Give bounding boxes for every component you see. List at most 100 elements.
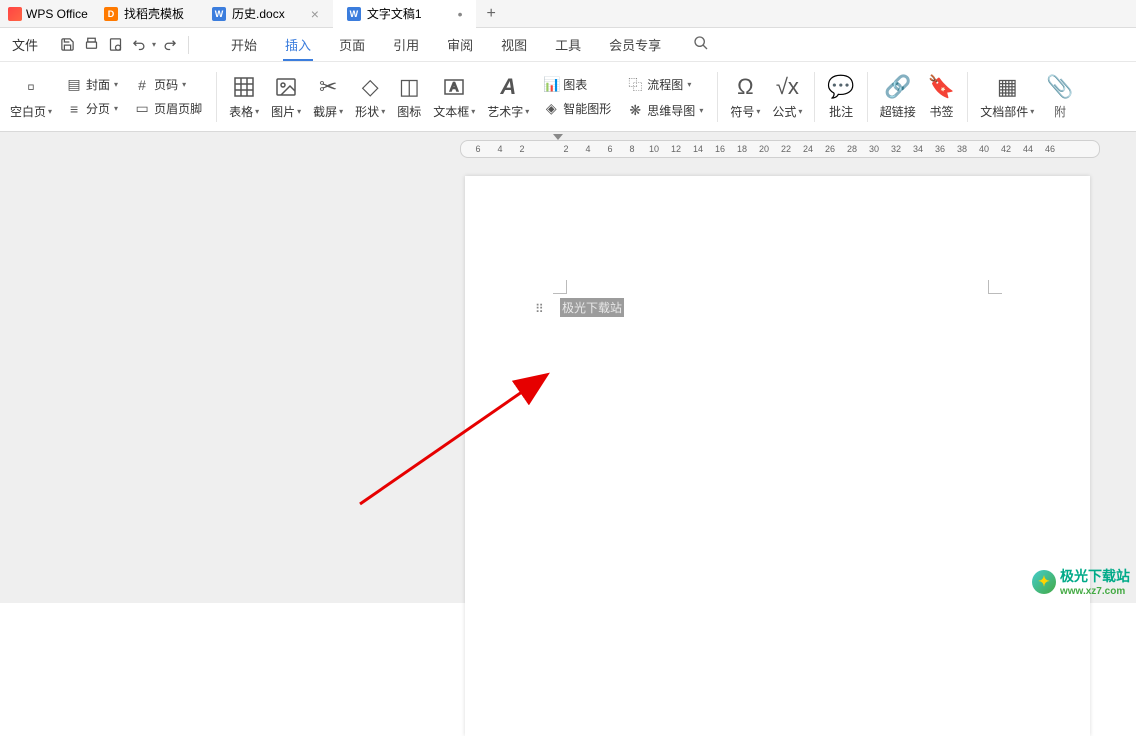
save-button[interactable] bbox=[56, 34, 78, 56]
tab-current-doc[interactable]: W 文字文稿1 • bbox=[333, 0, 477, 28]
tab-label: 文字文稿1 bbox=[367, 5, 422, 22]
bookmark-button[interactable]: 🔖 书签 bbox=[922, 69, 961, 124]
ribbon-tabs: 开始 插入 页面 引用 审阅 视图 工具 会员专享 bbox=[221, 29, 709, 60]
docer-icon: D bbox=[104, 7, 118, 21]
doc-parts-button[interactable]: ▦ 文档部件▾ bbox=[974, 69, 1040, 124]
close-icon[interactable]: × bbox=[311, 6, 319, 22]
chart-button[interactable]: 📊图表 bbox=[539, 74, 615, 95]
shape-button[interactable]: ◇ 形状▾ bbox=[349, 69, 391, 124]
smartart-icon: ◈ bbox=[543, 100, 559, 117]
flowchart-icon: ⿻ bbox=[627, 75, 643, 95]
word-doc-icon: W bbox=[212, 7, 226, 21]
blank-page-button[interactable]: ▫ 空白页▾ bbox=[4, 69, 58, 124]
document-area: 6 4 2 2 4 6 8 10 12 14 16 18 20 22 24 26… bbox=[0, 132, 1136, 603]
title-bar: WPS Office D 找稻壳模板 W 历史.docx × W 文字文稿1 •… bbox=[0, 0, 1136, 28]
unsaved-dot-icon: • bbox=[458, 6, 463, 22]
print-button[interactable] bbox=[80, 34, 102, 56]
cover-icon: ▤ bbox=[66, 76, 82, 93]
ribbon-tab-page[interactable]: 页面 bbox=[329, 29, 375, 60]
cover-button[interactable]: ▤封面▾ bbox=[62, 74, 122, 95]
tab-history-doc[interactable]: W 历史.docx × bbox=[198, 0, 333, 28]
document-page[interactable]: ⠿ 极光下载站 bbox=[465, 176, 1090, 736]
picture-button[interactable]: 图片▾ bbox=[265, 69, 307, 124]
svg-text:A: A bbox=[450, 80, 458, 94]
ribbon-tab-vip[interactable]: 会员专享 bbox=[599, 29, 671, 60]
ribbon-tab-insert[interactable]: 插入 bbox=[275, 29, 321, 60]
watermark: ✦ 极光下载站 www.xz7.com bbox=[1032, 566, 1130, 597]
ribbon-tab-home[interactable]: 开始 bbox=[221, 29, 267, 60]
hyperlink-button[interactable]: 🔗 超链接 bbox=[874, 69, 922, 124]
comment-button[interactable]: 💬 批注 bbox=[821, 69, 860, 124]
separator bbox=[967, 72, 968, 122]
margin-corner-icon bbox=[553, 280, 567, 294]
file-menu[interactable]: 文件 bbox=[0, 35, 50, 54]
doc-parts-icon: ▦ bbox=[997, 73, 1018, 101]
tab-label: 找稻壳模板 bbox=[124, 5, 184, 22]
header-footer-icon: ▭ bbox=[134, 100, 150, 117]
app-name: WPS Office bbox=[26, 7, 88, 21]
wps-logo-icon bbox=[8, 7, 22, 21]
ribbon-insert: ▫ 空白页▾ ▤封面▾ ≡分页▾ #页码▾ ▭页眉页脚 表格▾ 图片▾ ✂ 截屏… bbox=[0, 62, 1136, 132]
ribbon-tab-review[interactable]: 审阅 bbox=[437, 29, 483, 60]
wordart-icon: A bbox=[500, 73, 516, 101]
mindmap-icon: ❋ bbox=[627, 102, 643, 119]
omega-icon: Ω bbox=[737, 73, 753, 101]
scissors-icon: ✂ bbox=[319, 73, 337, 101]
tab-label: 历史.docx bbox=[232, 5, 285, 22]
ribbon-tab-view[interactable]: 视图 bbox=[491, 29, 537, 60]
separator bbox=[814, 72, 815, 122]
page-break-icon: ≡ bbox=[66, 101, 82, 117]
picture-icon bbox=[274, 73, 298, 101]
screenshot-button[interactable]: ✂ 截屏▾ bbox=[307, 69, 349, 124]
mindmap-button[interactable]: ❋思维导图▾ bbox=[623, 100, 707, 121]
flowchart-button[interactable]: ⿻流程图▾ bbox=[623, 73, 707, 97]
symbol-button[interactable]: Ω 符号▾ bbox=[724, 69, 766, 124]
undo-button[interactable] bbox=[128, 34, 150, 56]
search-button[interactable] bbox=[693, 35, 709, 55]
shape-icon: ◇ bbox=[362, 73, 379, 101]
icon-gallery-icon: ◫ bbox=[399, 73, 420, 101]
comment-icon: 💬 bbox=[827, 73, 854, 101]
tab-template[interactable]: D 找稻壳模板 bbox=[90, 0, 198, 28]
watermark-url: www.xz7.com bbox=[1060, 586, 1130, 597]
blank-page-icon: ▫ bbox=[27, 73, 35, 101]
ribbon-tab-tools[interactable]: 工具 bbox=[545, 29, 591, 60]
redo-button[interactable] bbox=[158, 34, 180, 56]
separator bbox=[188, 36, 189, 54]
chart-icon: 📊 bbox=[543, 76, 559, 93]
paperclip-icon: 📎 bbox=[1046, 73, 1073, 101]
page-number-button[interactable]: #页码▾ bbox=[130, 74, 206, 95]
table-icon bbox=[232, 73, 256, 101]
quick-access-toolbar: ▾ bbox=[50, 34, 201, 56]
table-button[interactable]: 表格▾ bbox=[223, 69, 265, 124]
textbox-icon: A bbox=[442, 73, 466, 101]
page-number-icon: # bbox=[134, 77, 150, 93]
formula-icon: √x bbox=[776, 73, 799, 101]
selected-text[interactable]: 极光下载站 bbox=[560, 298, 624, 317]
margin-corner-icon bbox=[988, 280, 1002, 294]
word-doc-icon: W bbox=[347, 7, 361, 21]
ribbon-tab-reference[interactable]: 引用 bbox=[383, 29, 429, 60]
menu-bar: 文件 ▾ 开始 插入 页面 引用 审阅 视图 工具 会员专享 bbox=[0, 28, 1136, 62]
print-preview-button[interactable] bbox=[104, 34, 126, 56]
app-logo: WPS Office bbox=[0, 7, 90, 21]
smartart-button[interactable]: ◈智能图形 bbox=[539, 98, 615, 119]
header-footer-button[interactable]: ▭页眉页脚 bbox=[130, 98, 206, 119]
formula-button[interactable]: √x 公式▾ bbox=[766, 69, 808, 124]
chevron-down-icon[interactable]: ▾ bbox=[152, 40, 156, 49]
indent-marker-icon[interactable] bbox=[553, 134, 563, 144]
separator bbox=[867, 72, 868, 122]
page-break-button[interactable]: ≡分页▾ bbox=[62, 98, 122, 119]
textbox-button[interactable]: A 文本框▾ bbox=[427, 69, 481, 124]
add-tab-button[interactable]: + bbox=[476, 5, 505, 23]
separator bbox=[717, 72, 718, 122]
separator bbox=[216, 72, 217, 122]
watermark-text: 极光下载站 bbox=[1060, 568, 1130, 584]
watermark-logo-icon: ✦ bbox=[1032, 570, 1056, 594]
attachment-button[interactable]: 📎 附 bbox=[1040, 69, 1079, 124]
wordart-button[interactable]: A 艺术字▾ bbox=[481, 69, 535, 124]
bookmark-icon: 🔖 bbox=[928, 73, 955, 101]
link-icon: 🔗 bbox=[884, 73, 911, 101]
icon-button[interactable]: ◫ 图标 bbox=[391, 69, 427, 124]
anchor-handle-icon[interactable]: ⠿ bbox=[535, 302, 547, 314]
